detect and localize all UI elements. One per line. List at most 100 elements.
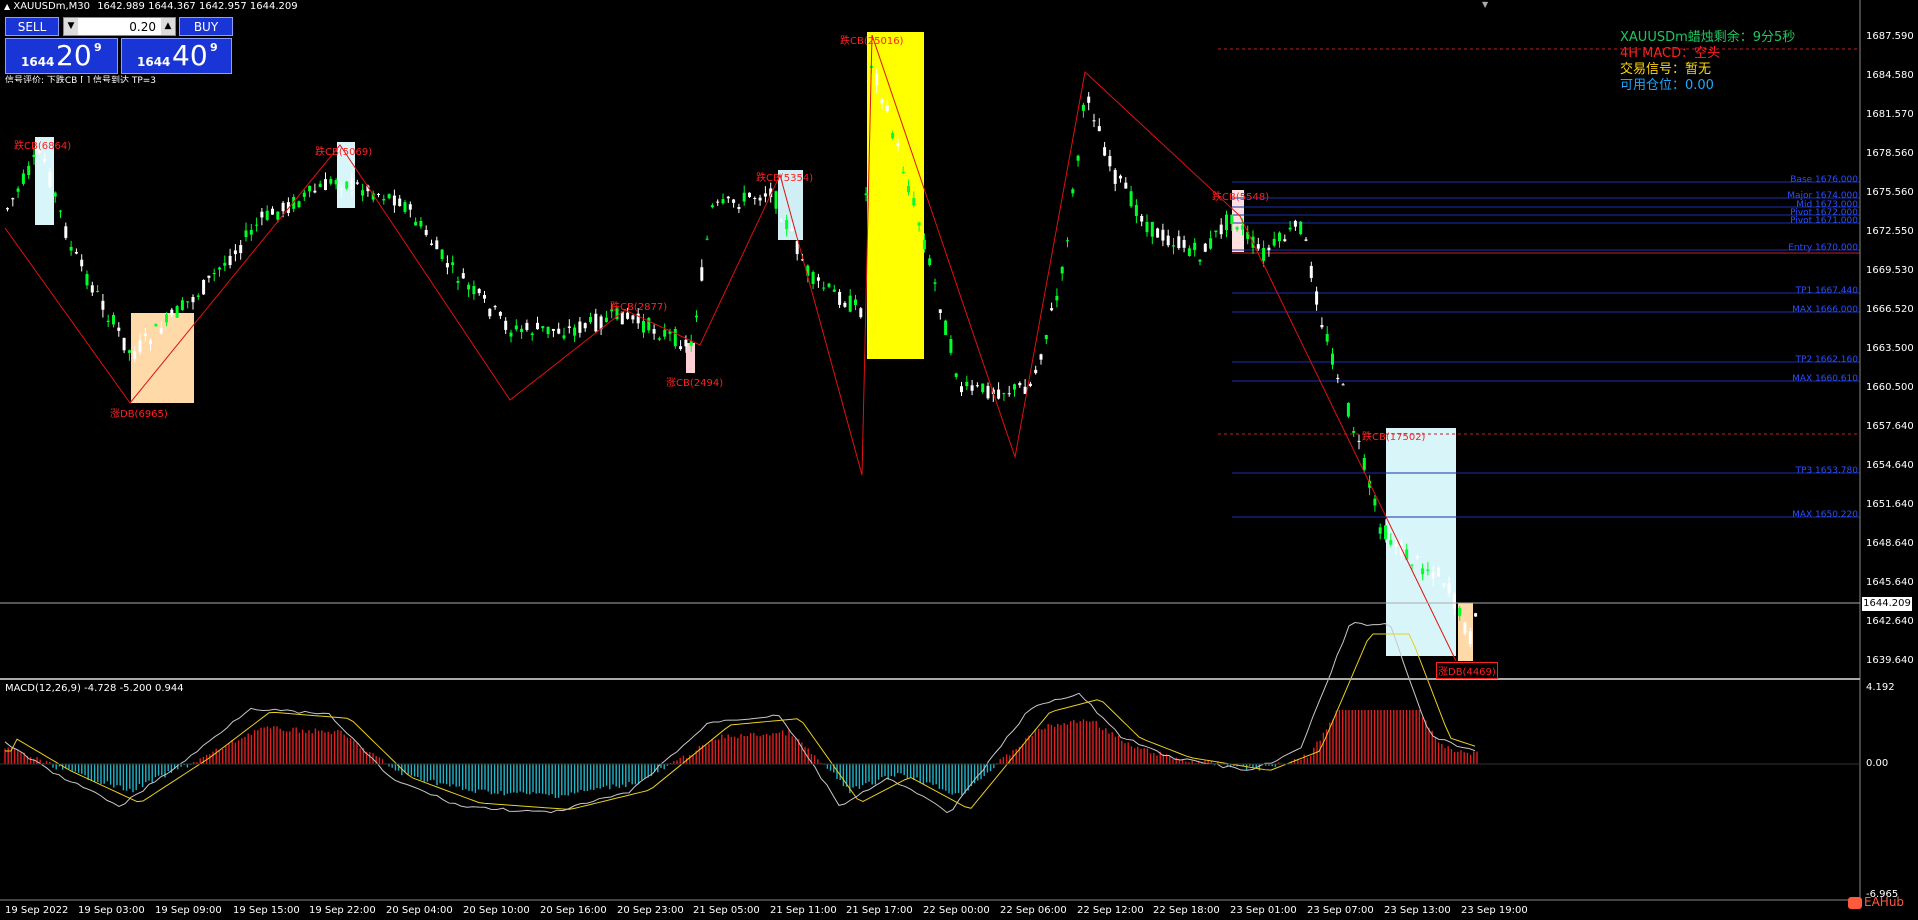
candle-body: [1066, 240, 1069, 242]
candle-body: [74, 252, 78, 254]
time-tick-label: 22 Sep 00:00: [923, 905, 990, 916]
candle-body: [573, 327, 577, 336]
candle-body: [493, 306, 497, 308]
candle-body: [885, 105, 889, 111]
candle-body: [960, 386, 963, 393]
candle-body: [1278, 232, 1281, 242]
lot-increase-icon[interactable]: ▲: [161, 18, 175, 35]
candle-body: [1055, 295, 1059, 301]
candle-body: [1293, 220, 1297, 227]
candle-body: [1209, 238, 1213, 249]
candle-body: [975, 385, 979, 387]
candle-body: [59, 210, 62, 212]
candle-body: [673, 329, 677, 347]
candle-body: [922, 239, 926, 250]
info-panel: XAUUSDm蜡烛剩余：9分5秒 4H MACD：空头 交易信号：暂无 可用仓位…: [1620, 30, 1795, 94]
candle-body: [175, 306, 179, 318]
candle-body: [1081, 104, 1085, 111]
buy-button[interactable]: BUY: [179, 17, 233, 36]
signal-annotation: 涨DB(4469): [1436, 662, 1498, 679]
chart-canvas[interactable]: [0, 0, 1918, 920]
candle-body: [154, 324, 158, 327]
candle-body: [355, 182, 359, 184]
buy-price-big: 40: [172, 39, 208, 72]
candle-body: [695, 315, 698, 318]
candle-body: [742, 192, 746, 202]
time-tick-label: 22 Sep 06:00: [1000, 905, 1067, 916]
eahub-watermark: EAHub: [1848, 895, 1904, 909]
candle-body: [944, 320, 948, 335]
candle-body: [536, 322, 539, 330]
candle-body: [928, 258, 932, 266]
signal-annotation: 跌CB(17502): [1362, 432, 1426, 443]
time-tick-label: 21 Sep 17:00: [846, 905, 913, 916]
signal-annotation: 跌CB(2877): [610, 302, 668, 313]
level-label: MAX 1666.000: [1792, 305, 1858, 315]
time-tick-label: 19 Sep 03:00: [78, 905, 145, 916]
sell-price-prefix: 1644: [21, 55, 55, 69]
candle-body: [520, 328, 524, 333]
candle-body: [202, 279, 206, 295]
candle-body: [212, 272, 216, 275]
candle-body: [435, 240, 439, 250]
candle-body: [1087, 96, 1091, 103]
candle-body: [880, 98, 884, 104]
candle-body: [11, 198, 15, 200]
candle-body: [430, 243, 433, 245]
candle-body: [1182, 239, 1186, 248]
candle-body: [313, 190, 317, 193]
candle-body: [912, 198, 916, 206]
level-label: Pivot 1671.000: [1790, 216, 1858, 226]
lot-decrease-icon[interactable]: ▼: [64, 18, 78, 35]
lot-size-input[interactable]: [80, 18, 158, 35]
sell-button[interactable]: SELL: [5, 17, 59, 36]
candle-body: [1299, 221, 1303, 235]
scroll-marker-icon[interactable]: ▼: [1482, 0, 1494, 9]
time-tick-label: 19 Sep 09:00: [155, 905, 222, 916]
candle-body: [546, 326, 550, 335]
candle-body: [965, 381, 969, 387]
candle-body: [732, 199, 736, 203]
candle-body: [345, 181, 349, 189]
candle-body: [260, 211, 264, 218]
candle-body: [1272, 238, 1276, 246]
price-tick-label: 1672.550: [1866, 226, 1914, 237]
candle-body: [626, 312, 630, 319]
candle-body: [1315, 291, 1319, 305]
candle-body: [239, 245, 243, 254]
time-tick-label: 22 Sep 18:00: [1153, 905, 1220, 916]
candle-body: [249, 229, 253, 235]
candle-body: [165, 314, 168, 323]
candle-body: [1060, 266, 1064, 274]
macd-title: MACD(12,26,9) -4.728 -5.200 0.944: [5, 683, 184, 694]
candle-body: [838, 291, 842, 305]
signal-annotation: 涨CB(2494): [666, 378, 724, 389]
candle-body: [1415, 555, 1419, 558]
time-tick-label: 19 Sep 22:00: [309, 905, 376, 916]
candle-body: [488, 308, 492, 317]
price-tick-label: 1678.560: [1866, 148, 1914, 159]
collapse-arrow-icon[interactable]: ▲: [4, 2, 10, 11]
candle-body: [64, 226, 68, 238]
buy-price-button[interactable]: 1644 40 9: [121, 38, 232, 74]
candle-body: [186, 301, 190, 303]
candle-body: [392, 195, 396, 206]
candle-body: [1267, 247, 1271, 251]
candle-body: [43, 158, 47, 162]
candle-body: [1007, 393, 1011, 395]
price-tick-label: 1684.580: [1866, 70, 1914, 81]
signal-evaluation-text: 信号评价: 下跌CB [ ] 信号到达 TP=3: [5, 76, 157, 83]
sell-price-button[interactable]: 1644 20 9: [5, 38, 118, 74]
candle-body: [180, 300, 184, 310]
candle-body: [1028, 383, 1032, 387]
level-label: MAX 1660.610: [1792, 374, 1858, 384]
time-tick-label: 23 Sep 19:00: [1461, 905, 1528, 916]
candle-body: [297, 201, 301, 208]
candle-body: [122, 337, 126, 351]
candle-body: [48, 172, 52, 187]
candle-body: [498, 311, 502, 316]
time-tick-label: 20 Sep 10:00: [463, 905, 530, 916]
signal-annotation: 跌CB(25016): [840, 36, 904, 47]
candle-body: [1410, 564, 1414, 566]
lot-size-stepper[interactable]: ▼ ▲: [63, 17, 176, 36]
